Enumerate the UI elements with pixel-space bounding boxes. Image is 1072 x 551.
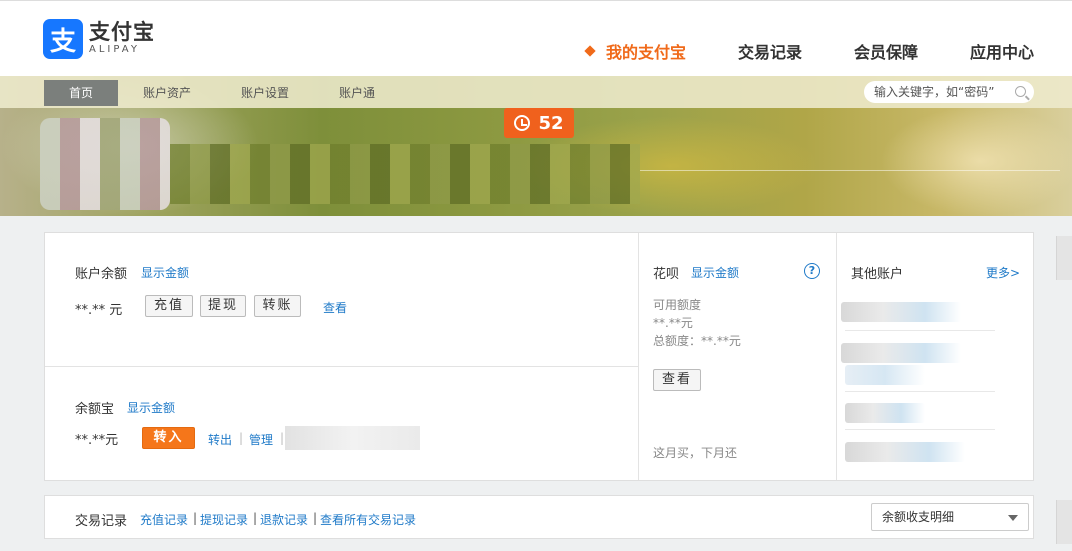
- logo-cn: 支付宝: [89, 20, 155, 44]
- nav-my-alipay[interactable]: 我的支付宝: [584, 39, 686, 63]
- account-item-redacted[interactable]: [841, 343, 961, 363]
- help-icon[interactable]: ?: [804, 263, 820, 279]
- divider: [836, 233, 837, 480]
- other-accounts-label: 其他账户: [851, 267, 904, 282]
- side-scroll-tab[interactable]: [1056, 236, 1072, 280]
- main-nav: 我的支付宝 交易记录 会员保障 应用中心: [534, 39, 1034, 63]
- balance-amount: **.** 元: [75, 303, 123, 318]
- banner-decoration: [880, 106, 1072, 216]
- separator: |: [313, 511, 318, 525]
- balance-label: 账户余额: [75, 267, 128, 282]
- alipay-logo[interactable]: 支 支付宝 ALIPAY: [43, 19, 155, 59]
- yuebao-amount: **.**元: [75, 433, 119, 448]
- divider: [638, 233, 639, 480]
- separator: |: [193, 511, 198, 525]
- sub-nav: 首页 账户资产 账户设置 账户通 输入关键字，如“密码”: [0, 76, 1072, 108]
- subnav-settings[interactable]: 账户设置: [230, 80, 300, 106]
- statement-type-select[interactable]: 余额收支明细: [871, 503, 1029, 531]
- transfer-out-link[interactable]: 转出: [208, 431, 232, 448]
- balance-show-amount-link[interactable]: 显示金额: [141, 264, 189, 281]
- yuebao-show-amount-link[interactable]: 显示金额: [127, 399, 175, 416]
- more-accounts-link[interactable]: 更多>: [986, 264, 1020, 281]
- divider: [845, 391, 995, 392]
- account-item-redacted[interactable]: [845, 442, 965, 462]
- huabei-show-amount-link[interactable]: 显示金额: [691, 264, 739, 281]
- banner-divider: [640, 170, 1060, 171]
- search-input[interactable]: 输入关键字，如“密码”: [864, 81, 1034, 103]
- nav-transactions[interactable]: 交易记录: [738, 39, 802, 63]
- transfer-button[interactable]: 转账: [254, 295, 301, 317]
- recharge-button[interactable]: 充值: [145, 295, 193, 317]
- logo-en: ALIPAY: [89, 44, 140, 55]
- select-value: 余额收支明细: [882, 510, 955, 524]
- separator: |: [239, 431, 244, 445]
- separator: |: [280, 431, 285, 445]
- header: 支 支付宝 ALIPAY 我的支付宝 交易记录 会员保障 应用中心: [0, 0, 1072, 76]
- active-indicator-icon: [584, 45, 596, 57]
- transactions-label: 交易记录: [75, 514, 128, 529]
- alarm-clock-icon: [514, 115, 531, 131]
- available-credit-label: 可用额度: [653, 298, 702, 312]
- search-placeholder: 输入关键字，如“密码”: [874, 85, 995, 99]
- alipay-logo-icon: 支: [43, 19, 83, 59]
- balance-view-link[interactable]: 查看: [323, 299, 347, 316]
- account-item-redacted[interactable]: [841, 302, 961, 322]
- nav-app-center[interactable]: 应用中心: [970, 39, 1034, 63]
- separator: |: [253, 511, 258, 525]
- recharge-records-link[interactable]: 充值记录: [140, 511, 188, 528]
- chevron-down-icon: [1008, 515, 1018, 521]
- divider: [845, 330, 995, 331]
- avatar[interactable]: [40, 118, 170, 210]
- withdraw-button[interactable]: 提现: [200, 295, 246, 317]
- logo-text: 支付宝 ALIPAY: [89, 21, 155, 57]
- nav-my-alipay-label: 我的支付宝: [605, 43, 686, 62]
- subnav-account-link[interactable]: 账户通: [328, 80, 386, 106]
- profile-banner: 首页 账户资产 账户设置 账户通 输入关键字，如“密码” 52: [0, 76, 1072, 216]
- transfer-in-button[interactable]: 转入: [142, 427, 195, 449]
- nav-member-protection[interactable]: 会员保障: [854, 39, 918, 63]
- divider: [45, 366, 638, 367]
- notification-badge[interactable]: 52: [504, 108, 574, 138]
- divider: [845, 429, 995, 430]
- subnav-home[interactable]: 首页: [44, 80, 118, 106]
- huabei-label: 花呗: [653, 267, 680, 282]
- total-credit: 总额度：**.**元: [653, 334, 741, 348]
- all-transactions-link[interactable]: 查看所有交易记录: [320, 511, 416, 528]
- assets-panel: 账户余额 显示金额 **.** 元 充值 提现 转账 查看 余额宝 显示金额 *…: [44, 232, 1034, 481]
- huabei-view-button[interactable]: 查看: [653, 369, 701, 391]
- search-icon[interactable]: [1015, 86, 1026, 97]
- huabei-slogan: 这月买，下月还: [653, 446, 738, 460]
- available-credit-value: **.**元: [653, 316, 693, 330]
- account-item-redacted[interactable]: [845, 365, 925, 385]
- account-item-redacted[interactable]: [845, 403, 925, 423]
- side-scroll-tab[interactable]: [1056, 500, 1072, 544]
- account-name-redacted: [170, 144, 640, 204]
- yuebao-label: 余额宝: [75, 402, 115, 417]
- manage-link[interactable]: 管理: [249, 431, 273, 448]
- withdraw-records-link[interactable]: 提现记录: [200, 511, 248, 528]
- subnav-assets[interactable]: 账户资产: [132, 80, 202, 106]
- transactions-bar: 交易记录 充值记录 | 提现记录 | 退款记录 | 查看所有交易记录 余额收支明…: [44, 495, 1034, 539]
- refund-records-link[interactable]: 退款记录: [260, 511, 308, 528]
- badge-count: 52: [538, 112, 564, 134]
- yuebao-info-redacted: [285, 426, 420, 450]
